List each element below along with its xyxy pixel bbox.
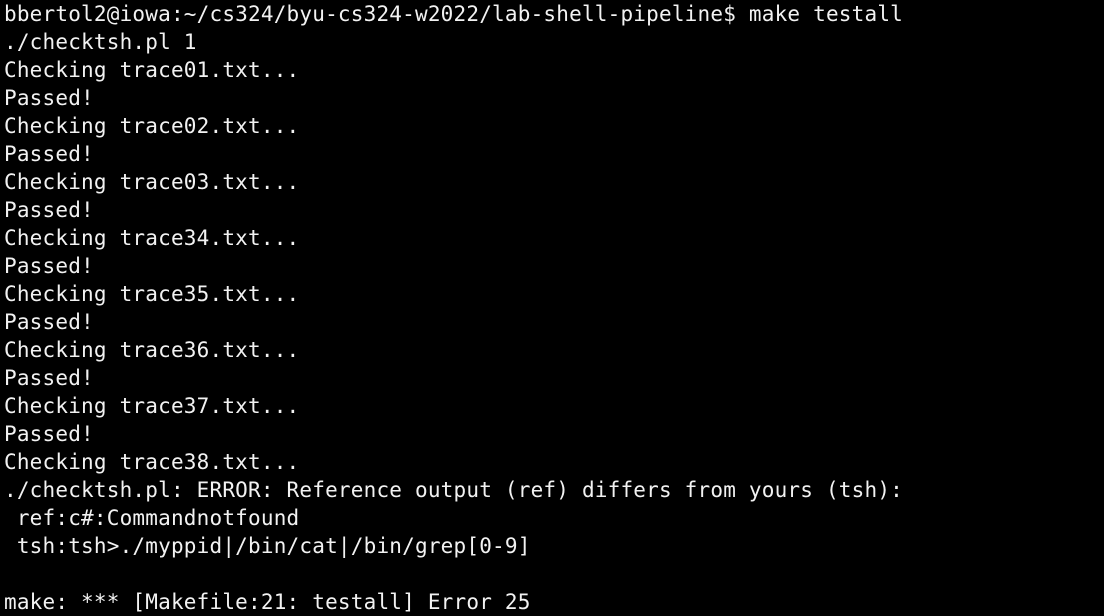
terminal-line-output: Passed! (4, 422, 94, 446)
terminal-line-output: Passed! (4, 366, 94, 390)
terminal-line-error-ref: ref:c#:Commandnotfound (4, 506, 300, 530)
terminal-line-make-error: make: *** [Makefile:21: testall] Error 2… (4, 590, 531, 614)
terminal-line-prompt-command: bbertol2@iowa:~/cs324/byu-cs324-w2022/la… (4, 2, 904, 26)
terminal-line-output: Checking trace03.txt... (4, 170, 300, 194)
terminal-line-output: Passed! (4, 310, 94, 334)
terminal-line-output: ./checktsh.pl 1 (4, 30, 197, 54)
terminal-line-output: Passed! (4, 142, 94, 166)
terminal-line-output: Checking trace36.txt... (4, 338, 300, 362)
terminal-line-error-tsh: tsh:tsh>./myppid|/bin/cat|/bin/grep[0-9] (4, 534, 531, 558)
terminal-line-output: Checking trace01.txt... (4, 58, 300, 82)
terminal-line-output: Passed! (4, 254, 94, 278)
terminal-line-output: Passed! (4, 86, 94, 110)
terminal-line-output: Passed! (4, 198, 94, 222)
terminal-line-error: ./checktsh.pl: ERROR: Reference output (… (4, 478, 904, 502)
terminal-window[interactable]: bbertol2@iowa:~/cs324/byu-cs324-w2022/la… (0, 0, 1104, 616)
terminal-line-output: Checking trace37.txt... (4, 394, 300, 418)
terminal-line-output: Checking trace34.txt... (4, 226, 300, 250)
terminal-line-output: Checking trace02.txt... (4, 114, 300, 138)
terminal-line-output: Checking trace35.txt... (4, 282, 300, 306)
terminal-line-output: Checking trace38.txt... (4, 450, 300, 474)
